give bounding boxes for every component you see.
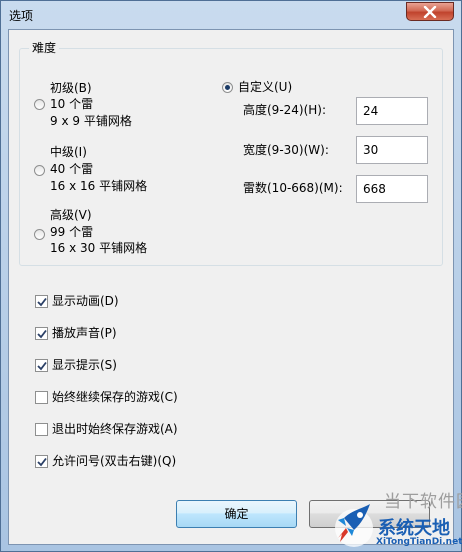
checkmark-icon	[37, 361, 47, 371]
watermark: 当下软件园 系统天地 XiTongTianDi.net	[326, 487, 462, 552]
allow-question-marks-label[interactable]: 允许问号(双击右键)(Q)	[52, 454, 176, 469]
show-hints-label[interactable]: 显示提示(S)	[52, 358, 117, 373]
checkmark-icon	[37, 329, 47, 339]
beginner-mines: 10 个雷	[50, 97, 94, 111]
height-label: 高度(9-24)(H):	[243, 103, 327, 117]
window-title: 选项	[9, 9, 34, 23]
play-sound-checkbox[interactable]	[35, 327, 48, 340]
always-continue-saved-checkbox[interactable]	[35, 391, 48, 404]
advanced-grid: 16 x 30 平铺网格	[50, 241, 148, 255]
width-label: 宽度(9-30)(W):	[243, 143, 329, 157]
intermediate-radio[interactable]	[34, 165, 45, 176]
mines-input[interactable]: 668	[356, 175, 428, 203]
show-animation-checkbox[interactable]	[35, 295, 48, 308]
custom-label[interactable]: 自定义(U)	[238, 80, 292, 95]
close-button[interactable]	[406, 2, 454, 21]
close-icon	[423, 5, 437, 18]
beginner-label[interactable]: 初级(B)	[50, 81, 92, 96]
mines-label: 雷数(10-668)(M):	[243, 181, 343, 195]
always-save-on-exit-checkbox[interactable]	[35, 423, 48, 436]
show-animation-label[interactable]: 显示动画(D)	[52, 294, 119, 309]
always-continue-saved-label[interactable]: 始终继续保存的游戏(C)	[52, 390, 178, 405]
checkmark-icon	[37, 297, 47, 307]
checkmark-icon	[37, 457, 47, 467]
advanced-radio[interactable]	[34, 229, 45, 240]
watermark-site-text: 当下软件园	[384, 492, 462, 512]
play-sound-label[interactable]: 播放声音(P)	[52, 326, 117, 341]
ok-button[interactable]: 确定	[176, 500, 297, 528]
advanced-label[interactable]: 高级(V)	[50, 208, 92, 223]
custom-radio[interactable]	[222, 82, 233, 93]
intermediate-mines: 40 个雷	[50, 162, 94, 176]
beginner-grid: 9 x 9 平铺网格	[50, 114, 132, 128]
beginner-radio[interactable]	[34, 99, 45, 110]
title-bar[interactable]: 选项	[1, 1, 461, 29]
allow-question-marks-checkbox[interactable]	[35, 455, 48, 468]
show-hints-checkbox[interactable]	[35, 359, 48, 372]
always-save-on-exit-label[interactable]: 退出时始终保存游戏(A)	[52, 422, 178, 437]
difficulty-group-title: 难度	[29, 41, 60, 55]
height-input[interactable]: 24	[356, 97, 428, 125]
intermediate-grid: 16 x 16 平铺网格	[50, 179, 148, 193]
width-input[interactable]: 30	[356, 136, 428, 164]
rocket-logo-icon	[335, 504, 373, 547]
intermediate-label[interactable]: 中级(I)	[50, 145, 87, 160]
advanced-mines: 99 个雷	[50, 225, 94, 239]
watermark-url: XiTongTianDi.net	[376, 537, 462, 547]
